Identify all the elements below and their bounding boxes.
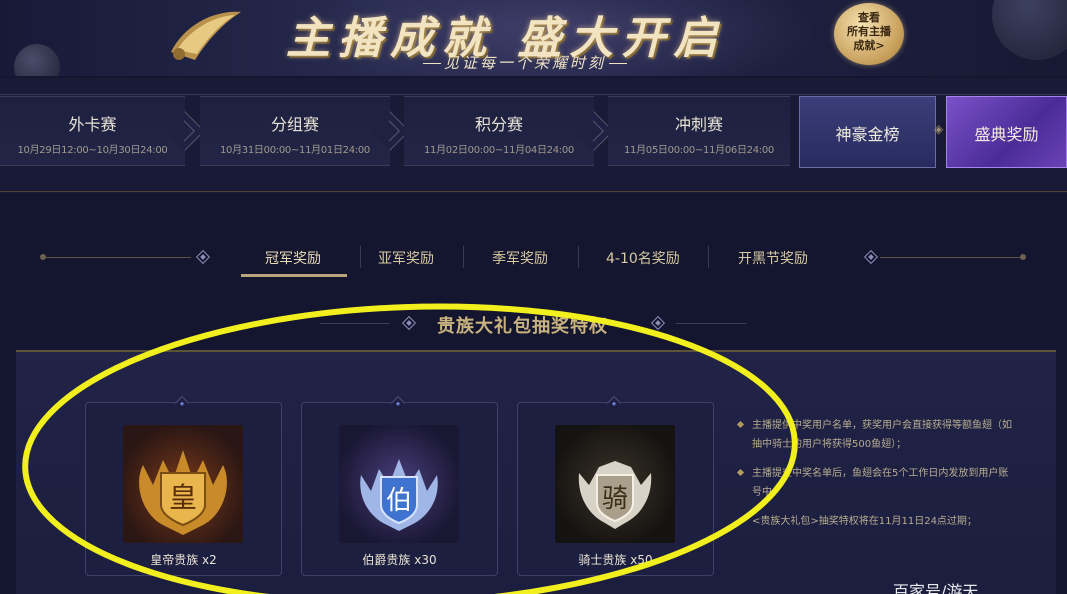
- stage-name: 冲刺赛: [674, 115, 723, 134]
- diamond-icon: [195, 249, 211, 265]
- chevron-right-icon: ◈: [934, 122, 944, 136]
- divider: [880, 257, 1020, 258]
- divider: [463, 246, 464, 268]
- divider: [676, 323, 746, 324]
- reward-card-label: 伯爵贵族 x30: [362, 553, 437, 567]
- earl-crest-char: 伯: [386, 486, 412, 516]
- reward-card-emperor: 皇 皇帝贵族 x2: [85, 395, 282, 576]
- stage-tab-wildcard[interactable]: 外卡赛 10月29日12:00~10月30日24:00: [0, 96, 205, 166]
- view-all-line: 查看: [858, 11, 880, 24]
- stage-time: 10月29日12:00~10月30日24:00: [17, 145, 168, 156]
- divider: [320, 323, 390, 324]
- stage-name: 盛典奖励: [974, 125, 1039, 144]
- stage-tab-gala-rewards[interactable]: 盛典奖励: [946, 96, 1067, 168]
- stage-tab-gold-rank[interactable]: 神豪金榜: [799, 96, 936, 168]
- emperor-crest-icon: 皇: [139, 450, 227, 535]
- decorative-orb: [992, 0, 1067, 60]
- reward-card-knight: 骑 骑士贵族 x50: [517, 395, 714, 576]
- banner-subtitle: 见证每一个荣耀时刻: [420, 52, 630, 73]
- banner-subtitle-text: 见证每一个荣耀时刻: [444, 54, 607, 72]
- reward-card-label: 皇帝贵族 x2: [150, 553, 217, 567]
- reward-card-label: 骑士贵族 x50: [578, 553, 653, 567]
- subtitle-dash: [423, 63, 441, 64]
- reward-card-earl: 伯 伯爵贵族 x30: [301, 395, 498, 576]
- knight-crest-icon: 骑: [578, 461, 652, 529]
- divider: [708, 246, 709, 268]
- tab-third-place-rewards[interactable]: 季军奖励: [492, 248, 548, 268]
- subtitle-dash: [609, 63, 628, 64]
- view-all-line: 成就>: [853, 39, 885, 52]
- view-all-line: 所有主播: [847, 25, 891, 38]
- divider: [46, 257, 191, 258]
- watermark: 百家号/游天: [893, 582, 979, 594]
- tab-festival-rewards[interactable]: 开黑节奖励: [738, 248, 808, 268]
- divider: [0, 191, 1067, 192]
- divider: [0, 94, 1067, 95]
- tab-runner-up-rewards[interactable]: 亚军奖励: [378, 248, 434, 268]
- knight-crest-char: 骑: [602, 484, 628, 514]
- tab-4-10-rewards[interactable]: 4-10名奖励: [606, 248, 680, 268]
- stage-time: 10月31日00:00~11月01日24:00: [219, 145, 370, 156]
- earl-badge-image: 伯: [339, 425, 459, 543]
- divider: [360, 246, 361, 268]
- section-title: 贵族大礼包抽奖特权: [437, 316, 608, 337]
- stage-name: 分组赛: [270, 115, 319, 134]
- stage-tab-group[interactable]: 分组赛 10月31日00:00~11月01日24:00: [200, 96, 410, 166]
- stage-tab-points[interactable]: 积分赛 11月02日00:00~11月04日24:00: [404, 96, 614, 166]
- stage-time: 11月05日00:00~11月06日24:00: [623, 145, 774, 156]
- reward-tabs: 冠军奖励 亚军奖励 季军奖励 4-10名奖励 开黑节奖励: [0, 240, 1067, 280]
- golden-horn-icon: [171, 11, 241, 60]
- earl-crest-icon: 伯: [360, 459, 438, 531]
- stage-name: 积分赛: [474, 115, 523, 134]
- stage-time: 11月02日00:00~11月04日24:00: [423, 145, 574, 156]
- divider: [578, 246, 579, 268]
- stage-name: 神豪金榜: [835, 125, 900, 144]
- note-item: 主播提交中奖名单后，鱼翅会在5个工作日内发放到用户账号中；: [736, 464, 1016, 502]
- decorative-orb: [14, 44, 60, 76]
- view-all-achievements-button[interactable]: 查看 所有主播 成就>: [834, 3, 904, 65]
- diamond-icon: [863, 249, 879, 265]
- stage-name: 外卡赛: [68, 115, 117, 134]
- reward-notes: 主播提供中奖用户名单，获奖用户会直接获得等额鱼翅（如抽中骑士的用户将获得500鱼…: [736, 416, 1016, 541]
- stage-navigation: 外卡赛 10月29日12:00~10月30日24:00 分组赛 10月31日00…: [0, 78, 1067, 193]
- emperor-badge-image: 皇: [123, 425, 243, 543]
- active-tab-underline: [241, 274, 347, 277]
- event-banner: 主播成就 盛大开启 见证每一个荣耀时刻 查看 所有主播 成就>: [0, 0, 1067, 76]
- decorative-dot: [1020, 254, 1026, 260]
- diamond-icon: [401, 315, 417, 331]
- stage-tab-sprint[interactable]: 冲刺赛 11月05日00:00~11月06日24:00: [608, 96, 790, 166]
- diamond-icon: [650, 315, 666, 331]
- note-item: <贵族大礼包>抽奖特权将在11月11日24点过期；: [736, 512, 1016, 531]
- knight-badge-image: 骑: [555, 425, 675, 543]
- emperor-crest-char: 皇: [169, 481, 197, 514]
- note-item: 主播提供中奖用户名单，获奖用户会直接获得等额鱼翅（如抽中骑士的用户将获得500鱼…: [736, 416, 1016, 454]
- tab-champion-rewards[interactable]: 冠军奖励: [265, 248, 321, 268]
